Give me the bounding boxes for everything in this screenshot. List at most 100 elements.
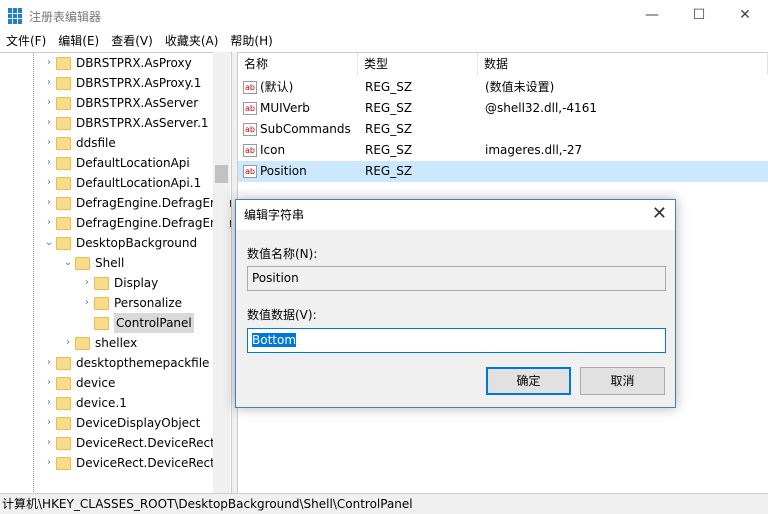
value-name: MUIVerb [260, 101, 310, 115]
folder-icon [56, 456, 71, 470]
value-data: (数值未设置) [485, 80, 555, 94]
tree-item[interactable]: › desktopthemepackfile [42, 353, 209, 373]
value-name: Icon [260, 143, 286, 157]
column-header-data[interactable]: 数据 [478, 53, 768, 75]
tree-item[interactable]: ⌄ Shell [61, 253, 124, 273]
minimize-button[interactable]: — [629, 0, 675, 32]
chevron-right-icon[interactable]: › [42, 213, 56, 233]
chevron-right-icon[interactable]: › [80, 273, 94, 293]
chevron-right-icon[interactable]: › [42, 93, 56, 113]
value-data-input[interactable]: Bottom [247, 328, 666, 353]
tree-item[interactable]: › device [42, 373, 115, 393]
tree-scrollbar[interactable] [213, 52, 230, 493]
column-header-name[interactable]: 名称 [238, 53, 358, 75]
tree-item[interactable]: › ddsfile [42, 133, 116, 153]
menu-file[interactable]: 文件(F) [0, 32, 52, 52]
value-name-label: 数值名称(N): [247, 247, 318, 261]
chevron-right-icon[interactable]: › [42, 393, 56, 413]
close-button[interactable]: ✕ [722, 0, 768, 32]
chevron-right-icon[interactable]: › [42, 53, 56, 73]
string-value-icon: ab [243, 102, 257, 115]
chevron-right-icon[interactable]: › [80, 293, 94, 313]
folder-icon [56, 96, 71, 110]
value-row[interactable]: ab Icon REG_SZ imageres.dll,-27 [238, 140, 768, 161]
folder-icon [56, 196, 71, 210]
tree-item[interactable]: ControlPanel [80, 313, 194, 333]
folder-icon [56, 396, 71, 410]
value-data: @shell32.dll,-4161 [485, 101, 597, 115]
tree-item[interactable]: › shellex [61, 333, 137, 353]
chevron-right-icon[interactable]: › [42, 113, 56, 133]
tree-item-label: Display [114, 276, 159, 290]
chevron-right-icon[interactable]: › [42, 453, 56, 473]
chevron-down-icon[interactable]: ⌄ [42, 233, 56, 253]
menu-favorites[interactable]: 收藏夹(A) [159, 32, 225, 52]
folder-icon [94, 316, 109, 330]
tree-item-label: Personalize [114, 296, 183, 310]
ok-button[interactable]: 确定 [486, 367, 571, 395]
chevron-right-icon[interactable]: › [42, 173, 56, 193]
value-data: imageres.dll,-27 [485, 143, 583, 157]
value-row[interactable]: ab Position REG_SZ [238, 161, 768, 182]
chevron-right-icon[interactable]: › [42, 353, 56, 373]
maximize-button[interactable]: ☐ [676, 0, 722, 32]
value-row[interactable]: ab MUIVerb REG_SZ @shell32.dll,-4161 [238, 98, 768, 119]
chevron-right-icon[interactable]: › [42, 413, 56, 433]
value-row[interactable]: ab (默认) REG_SZ (数值未设置) [238, 77, 768, 98]
tree-item[interactable]: › DeviceRect.DeviceRect [42, 433, 215, 453]
chevron-right-icon[interactable]: › [42, 433, 56, 453]
tree-item-label: DBRSTPRX.AsProxy.1 [76, 76, 202, 90]
window-title: 注册表编辑器 [29, 10, 102, 24]
value-name: (默认) [260, 80, 294, 94]
tree-item[interactable]: › Personalize [80, 293, 182, 313]
dialog-close-icon[interactable]: ✕ [652, 203, 667, 224]
value-type: REG_SZ [365, 143, 413, 157]
chevron-down-icon[interactable]: ⌄ [61, 253, 75, 273]
tree-item-label: DesktopBackground [76, 236, 198, 250]
chevron-right-icon[interactable]: › [42, 193, 56, 213]
folder-icon [94, 276, 109, 290]
cancel-button[interactable]: 取消 [580, 367, 665, 395]
chevron-right-icon[interactable]: › [42, 373, 56, 393]
chevron-right-icon[interactable]: › [42, 73, 56, 93]
value-name: SubCommands [260, 122, 351, 136]
tree-item[interactable]: ⌄ DesktopBackground [42, 233, 197, 253]
menu-help[interactable]: 帮助(H) [224, 32, 278, 52]
tree-item[interactable]: › DBRSTPRX.AsServer [42, 93, 198, 113]
chevron-right-icon[interactable]: › [42, 133, 56, 153]
tree-item-label: DefaultLocationApi [76, 156, 190, 170]
chevron-right-icon[interactable]: › [42, 153, 56, 173]
folder-icon [56, 416, 71, 430]
chevron-right-icon[interactable]: › [61, 333, 75, 353]
menu-view[interactable]: 查看(V) [105, 32, 159, 52]
tree-item[interactable]: › DefaultLocationApi [42, 153, 190, 173]
value-row[interactable]: ab SubCommands REG_SZ [238, 119, 768, 140]
column-header-type[interactable]: 类型 [358, 53, 478, 75]
tree-item-label: DefragEngine.DefragEngine.1 [76, 216, 231, 230]
tree-item[interactable]: › Display [80, 273, 158, 293]
tree-item[interactable]: › DBRSTPRX.AsServer.1 [42, 113, 209, 133]
scrollbar-thumb[interactable] [215, 165, 228, 183]
folder-icon [56, 56, 71, 70]
value-type: REG_SZ [365, 122, 413, 136]
status-bar: 计算机\HKEY_CLASSES_ROOT\DesktopBackground\… [0, 493, 768, 514]
tree-item-label: DBRSTPRX.AsServer [76, 96, 199, 110]
menu-edit[interactable]: 编辑(E) [52, 32, 105, 52]
tree-item[interactable]: › DBRSTPRX.AsProxy [42, 53, 192, 73]
tree-item[interactable]: › DeviceDisplayObject [42, 413, 200, 433]
value-name-field: Position [247, 266, 666, 291]
folder-icon [56, 136, 71, 150]
tree-item[interactable]: › device.1 [42, 393, 127, 413]
tree-item-label: Shell [95, 256, 125, 270]
tree-item-label: DefragEngine.DefragEngine [76, 196, 232, 210]
folder-icon [75, 336, 90, 350]
string-value-icon: ab [243, 81, 257, 94]
tree-item[interactable]: › DBRSTPRX.AsProxy.1 [42, 73, 201, 93]
tree-item[interactable]: › DefaultLocationApi.1 [42, 173, 201, 193]
string-value-icon: ab [243, 123, 257, 136]
tree-item[interactable]: › DeviceRect.DeviceRect.1 [42, 453, 226, 473]
tree-item[interactable]: › DefragEngine.DefragEngine [42, 193, 232, 213]
tree-item-label: DeviceDisplayObject [76, 416, 201, 430]
registry-tree[interactable]: › DBRSTPRX.AsProxy › DBRSTPRX.AsProxy.1 › DBR… [0, 52, 232, 493]
tree-item[interactable]: › DefragEngine.DefragEngine.1 [42, 213, 231, 233]
